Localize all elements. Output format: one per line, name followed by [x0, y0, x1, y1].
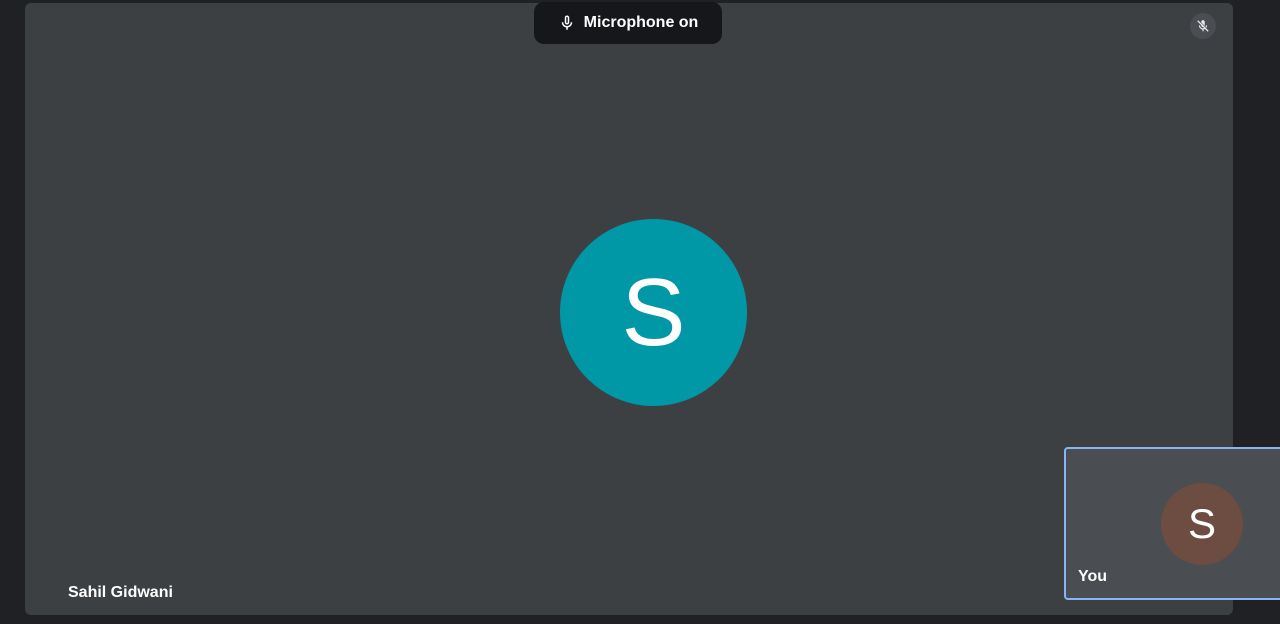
self-initial: S	[1187, 500, 1216, 547]
microphone-status-toast: Microphone on	[534, 2, 722, 44]
microphone-off-icon	[1197, 19, 1210, 32]
main-participant-name: Sahil Gidwani	[68, 584, 173, 601]
main-participant-tile[interactable]: S Sahil Gidwani	[25, 3, 1233, 615]
self-view-tile[interactable]: S You	[1064, 447, 1280, 600]
microphone-icon	[561, 15, 572, 30]
microphone-status-text: Microphone on	[583, 14, 699, 31]
self-avatar: S	[1161, 483, 1243, 565]
self-name: You	[1078, 568, 1108, 585]
main-participant-initial: S	[621, 258, 686, 366]
main-participant-avatar: S	[560, 219, 747, 406]
muted-indicator	[1190, 13, 1216, 39]
